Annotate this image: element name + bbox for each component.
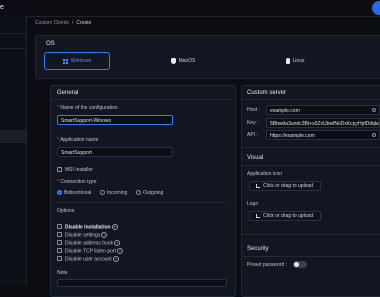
security-title: Security <box>247 246 269 252</box>
application-icon-upload-button[interactable]: Click or drag to upload <box>249 181 321 191</box>
custom-server-title: Custom server <box>247 90 287 96</box>
help-icon: ? <box>116 248 123 254</box>
divider <box>242 234 380 235</box>
divider <box>57 202 227 203</box>
upload-icon <box>256 184 260 188</box>
logo-upload-button[interactable]: Click or drag to upload <box>249 211 321 221</box>
connection-type-option: Outgoing <box>143 190 164 196</box>
help-icon: ? <box>101 232 108 238</box>
disable-settings-label: Disable settings? <box>65 232 108 238</box>
preset-password-label: Preset password : <box>247 262 288 268</box>
options-label: Options <box>57 208 75 214</box>
sidebar-item-active[interactable] <box>0 130 26 143</box>
disable-tcp-listen-port-label: Disable TCP listen port? <box>65 248 123 254</box>
help-icon: ? <box>111 224 118 230</box>
connection-type-label: * Connection type <box>57 179 97 185</box>
disable-installation-checkbox[interactable] <box>57 224 62 229</box>
apple-icon <box>170 58 176 64</box>
os-option-macos[interactable]: MacOS <box>152 52 214 70</box>
os-option-linux[interactable]: Linux <box>273 52 317 70</box>
disable-settings-checkbox[interactable] <box>57 232 62 237</box>
api-label: API : <box>247 132 258 138</box>
msi-installer-checkbox[interactable] <box>57 167 62 172</box>
upload-icon <box>256 214 260 218</box>
logo-label: Logo <box>247 201 259 207</box>
visual-title: Visual <box>247 155 264 161</box>
os-option-windows[interactable]: Windows <box>44 52 110 70</box>
connection-type-option: Incoming <box>107 190 128 196</box>
os-option-label: Windows <box>70 58 92 64</box>
divider <box>51 99 233 100</box>
breadcrumb-current: Create <box>76 20 92 26</box>
host-label: Host : <box>247 107 261 113</box>
app-logo: e <box>0 4 4 11</box>
top-bar <box>0 0 380 17</box>
os-option-label: MacOS <box>178 58 196 64</box>
config-name-label: * Name of the configuration <box>57 105 118 111</box>
sidebar <box>0 16 27 285</box>
divider <box>242 147 380 148</box>
api-input[interactable]: https://example.com <box>266 130 380 140</box>
disable-tcp-listen-port-checkbox[interactable] <box>57 248 62 253</box>
msi-installer-label: MSI Installer <box>65 167 93 173</box>
disable-user-account-label: Disable user account? <box>65 256 119 262</box>
general-title: General <box>57 90 79 96</box>
help-icon: ? <box>112 256 119 262</box>
divider <box>242 256 380 257</box>
breadcrumb-parent-link[interactable]: Custom Clients <box>35 20 69 26</box>
connection-type-bidirectional-radio[interactable] <box>57 190 62 195</box>
visibility-icon[interactable] <box>372 108 376 112</box>
key-input[interactable]: 5Bbwda3undc3Bt+s0ZvUbwfNoDxKcpyHpfDdqlaM… <box>266 118 380 128</box>
application-icon-label: Application icon <box>247 171 283 177</box>
disable-address-book-checkbox[interactable] <box>57 240 62 245</box>
linux-icon <box>285 58 290 64</box>
key-label: Key : <box>247 120 259 126</box>
note-textarea[interactable] <box>57 279 227 287</box>
note-label: Note <box>57 270 68 276</box>
sidebar-divider <box>0 33 26 34</box>
toggle-knob <box>294 262 299 267</box>
app-name-label: * Application name <box>57 137 99 143</box>
app-name-input[interactable]: SmartSupport <box>57 147 173 157</box>
breadcrumb: Custom Clients / Create <box>35 20 91 26</box>
windows-icon <box>62 58 68 64</box>
breadcrumb-separator: / <box>71 20 74 26</box>
help-icon: ? <box>114 240 121 246</box>
connection-type-outgoing-radio[interactable] <box>136 190 141 195</box>
host-input[interactable]: example.com <box>266 105 380 115</box>
os-option-label: Linux <box>292 58 305 64</box>
divider <box>242 165 380 166</box>
divider <box>242 99 380 100</box>
os-title: OS <box>46 41 55 47</box>
connection-type-option: Bidirectional <box>64 190 92 196</box>
disable-user-account-checkbox[interactable] <box>57 256 62 261</box>
connection-type-incoming-radio[interactable] <box>100 190 105 195</box>
disable-address-book-label: Disable address book? <box>65 240 121 246</box>
disable-installation-label: Disable installation? <box>65 224 118 230</box>
avatar[interactable] <box>372 1 380 15</box>
preset-password-toggle[interactable] <box>293 261 307 268</box>
config-name-input[interactable]: SmartSupport-Winows <box>57 115 173 125</box>
visibility-icon[interactable] <box>372 133 376 137</box>
sidebar-divider <box>0 48 26 49</box>
